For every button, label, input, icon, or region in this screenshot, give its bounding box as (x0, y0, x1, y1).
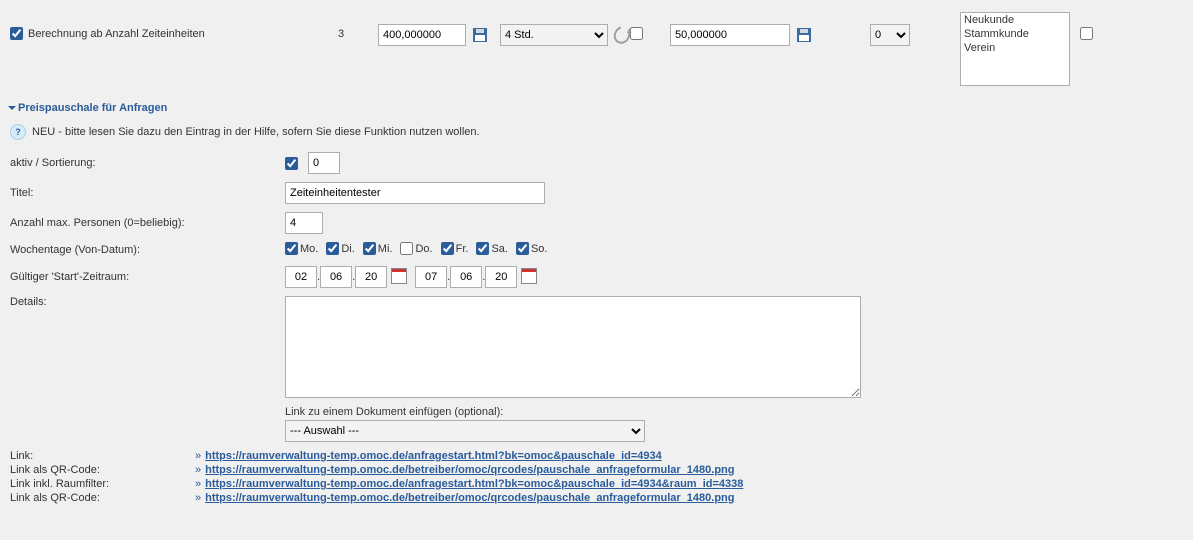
date-to-d[interactable] (415, 266, 447, 288)
sort-input[interactable] (308, 152, 340, 174)
chevron-down-icon (8, 106, 16, 110)
help-icon[interactable]: ? (10, 124, 26, 140)
link-url[interactable]: https://raumverwaltung-temp.omoc.de/anfr… (205, 450, 662, 462)
link-arrow-icon: » (195, 492, 201, 504)
multi-opt[interactable]: Verein (961, 41, 1069, 55)
link-arrow-icon: » (195, 478, 201, 490)
details-textarea[interactable] (285, 296, 861, 398)
aktiv-label: aktiv / Sortierung: (10, 157, 285, 169)
tip-text: NEU - bitte lesen Sie dazu den Eintrag i… (32, 126, 480, 138)
duration-select[interactable]: 4 Std. (500, 24, 608, 46)
weekday-label: Sa. (491, 243, 508, 255)
calc-row-qty: 3 (338, 12, 378, 40)
weekday-label: Do. (415, 243, 432, 255)
link-label: Link als QR-Code: (10, 492, 195, 504)
link-arrow-icon: » (195, 450, 201, 462)
weekday-item: Mi. (363, 242, 393, 255)
doc-link-select[interactable]: --- Auswahl --- (285, 420, 645, 442)
save-icon-2[interactable] (796, 27, 812, 43)
weekdays: Mo. Di. Mi. Do. Fr. Sa. So. (285, 242, 555, 258)
calc-row: Berechnung ab Anzahl Zeiteinheiten 3 4 S… (10, 8, 1183, 96)
weekday-item: Do. (400, 242, 432, 255)
weekday-checkbox[interactable] (363, 242, 376, 255)
gueltig-label: Gültiger 'Start'-Zeitraum: (10, 271, 285, 283)
details-label: Details: (10, 296, 285, 308)
calc-row-label: Berechnung ab Anzahl Zeiteinheiten (28, 12, 338, 40)
price2-input[interactable] (670, 24, 790, 46)
weekday-label: Di. (341, 243, 354, 255)
weekday-label: So. (531, 243, 548, 255)
date-from-m[interactable] (320, 266, 352, 288)
weekday-item: Sa. (476, 242, 508, 255)
date-to-m[interactable] (450, 266, 482, 288)
customer-type-multiselect[interactable]: Neukunde Stammkunde Verein (960, 12, 1070, 86)
weekday-checkbox[interactable] (441, 242, 454, 255)
weekday-item: Fr. (441, 242, 469, 255)
weekday-checkbox[interactable] (285, 242, 298, 255)
weekday-checkbox[interactable] (400, 242, 413, 255)
price1-input[interactable] (378, 24, 466, 46)
titel-input[interactable] (285, 182, 545, 204)
calendar-icon[interactable] (391, 268, 407, 287)
link-row: Link inkl. Raumfilter:» https://raumverwa… (10, 478, 1183, 490)
link-arrow-icon: » (195, 464, 201, 476)
date-from-d[interactable] (285, 266, 317, 288)
weekday-checkbox[interactable] (326, 242, 339, 255)
aktiv-checkbox[interactable] (285, 157, 298, 170)
link-url[interactable]: https://raumverwaltung-temp.omoc.de/anfr… (205, 478, 743, 490)
weekday-label: Mo. (300, 243, 318, 255)
weekday-item: Di. (326, 242, 354, 255)
max-pers-label: Anzahl max. Personen (0=beliebig): (10, 217, 285, 229)
weekday-checkbox[interactable] (516, 242, 529, 255)
weekday-item: So. (516, 242, 548, 255)
link-url[interactable]: https://raumverwaltung-temp.omoc.de/betr… (205, 464, 734, 476)
section-title: Preispauschale für Anfragen (18, 102, 167, 114)
save-icon[interactable] (472, 27, 488, 43)
wochentage-label: Wochentage (Von-Datum): (10, 244, 285, 256)
link-label: Link: (10, 450, 195, 462)
doc-link-label: Link zu einem Dokument einfügen (optiona… (285, 406, 503, 418)
link-row: Link als QR-Code:» https://raumverwaltung… (10, 492, 1183, 504)
reload-icon[interactable] (614, 27, 630, 43)
date-to-y[interactable] (485, 266, 517, 288)
num-select[interactable]: 0 (870, 24, 910, 46)
multi-opt[interactable]: Neukunde (961, 13, 1069, 27)
link-label: Link inkl. Raumfilter: (10, 478, 195, 490)
weekday-item: Mo. (285, 242, 318, 255)
section-header[interactable]: Preispauschale für Anfragen (10, 102, 1183, 114)
link-row: Link als QR-Code:» https://raumverwaltung… (10, 464, 1183, 476)
weekday-checkbox[interactable] (476, 242, 489, 255)
row1-cb-end[interactable] (1080, 27, 1093, 40)
weekday-label: Mi. (378, 243, 393, 255)
date-from-y[interactable] (355, 266, 387, 288)
max-pers-input[interactable] (285, 212, 323, 234)
calc-row-checkbox[interactable] (10, 27, 23, 40)
link-url[interactable]: https://raumverwaltung-temp.omoc.de/betr… (205, 492, 734, 504)
multi-opt[interactable]: Stammkunde (961, 27, 1069, 41)
link-label: Link als QR-Code: (10, 464, 195, 476)
titel-label: Titel: (10, 187, 285, 199)
calendar-icon[interactable] (521, 268, 537, 287)
weekday-label: Fr. (456, 243, 469, 255)
link-row: Link:» https://raumverwaltung-temp.omoc.d… (10, 450, 1183, 462)
tip-row: ? NEU - bitte lesen Sie dazu den Eintrag… (10, 124, 1183, 140)
